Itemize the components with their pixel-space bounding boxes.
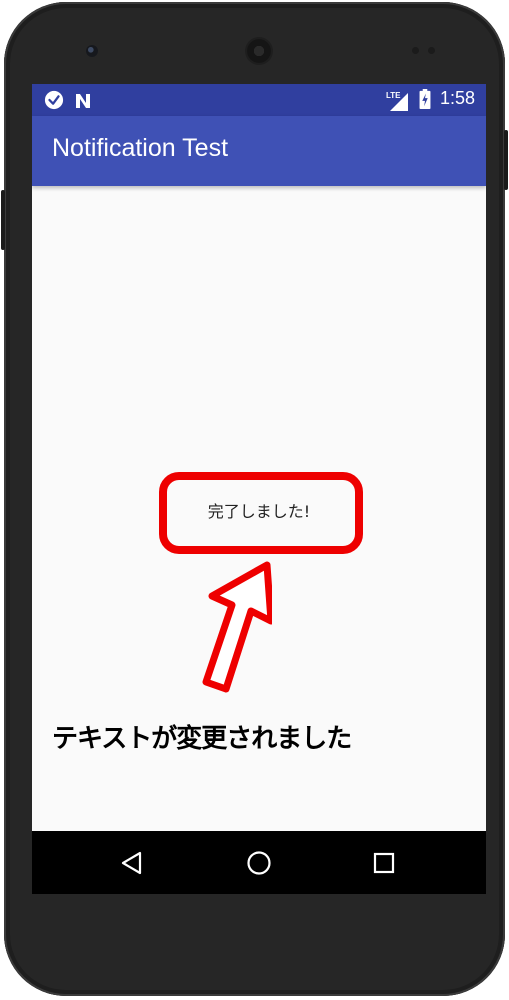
phone-frame: LTE 1:58 Notification Test 完了しました! テキストが… xyxy=(1,2,508,996)
battery-charging-icon xyxy=(419,89,431,109)
status-bar: LTE 1:58 xyxy=(32,84,486,116)
navigation-bar xyxy=(32,831,486,894)
home-button[interactable] xyxy=(219,831,299,894)
highlight-box xyxy=(159,472,363,554)
light-sensor xyxy=(428,47,435,54)
proximity-sensor xyxy=(412,47,419,54)
status-time: 1:58 xyxy=(439,88,475,108)
power-button xyxy=(1,190,5,250)
volume-button xyxy=(504,130,508,190)
app-bar: Notification Test xyxy=(32,116,486,186)
front-camera xyxy=(86,45,98,57)
annotation-caption: テキストが変更されました xyxy=(52,724,352,754)
main-content: 完了しました! テキストが変更されました xyxy=(32,186,486,831)
home-icon xyxy=(247,850,271,875)
recents-icon xyxy=(373,852,395,873)
clock-notification-icon xyxy=(44,90,64,110)
app-title: Notification Test xyxy=(52,134,229,162)
back-icon xyxy=(121,851,142,874)
n-notification-icon xyxy=(76,94,90,108)
back-button[interactable] xyxy=(92,831,172,894)
signal-icon xyxy=(390,93,408,111)
earpiece-speaker xyxy=(247,39,271,63)
screen: LTE 1:58 Notification Test 完了しました! テキストが… xyxy=(32,84,486,894)
arrow-up-icon xyxy=(202,561,272,693)
recents-button[interactable] xyxy=(344,831,424,894)
